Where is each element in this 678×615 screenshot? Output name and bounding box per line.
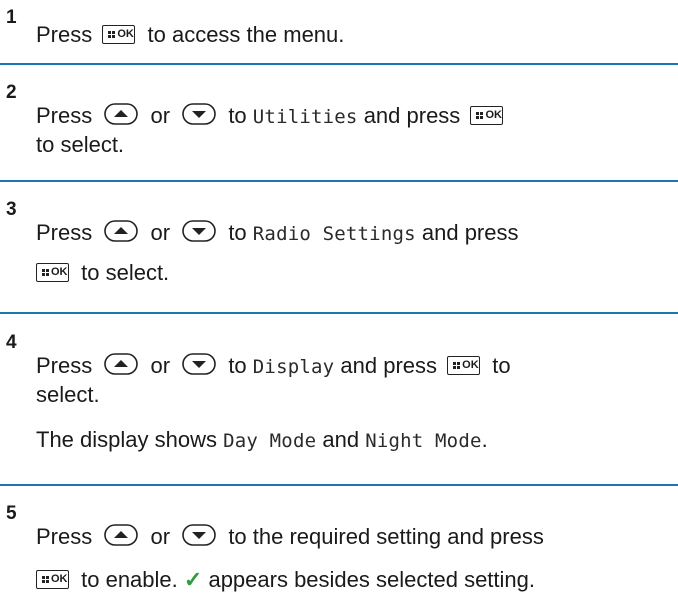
- step-text-fragment: to the required setting and press: [228, 524, 544, 549]
- step-number: 2: [6, 82, 17, 103]
- step-text-fragment: The display shows: [36, 427, 217, 452]
- step-text-fragment: to access the menu.: [147, 22, 345, 47]
- step-text-fragment: Press: [36, 353, 93, 378]
- step-number: 4: [6, 332, 17, 353]
- step-text-fragment: to: [228, 220, 247, 245]
- step-text-fragment: or: [150, 220, 171, 245]
- step-text-fragment: to select.: [36, 132, 125, 157]
- menu-ok-button-icon: OK: [447, 355, 481, 375]
- step-text-fragment: Press: [36, 220, 93, 245]
- step-text-fragment: or: [150, 103, 171, 128]
- menu-ok-button-icon: OK: [470, 105, 504, 125]
- menu-item-radio-settings: Radio Settings: [252, 223, 416, 245]
- checkmark-icon: ✓: [183, 567, 203, 592]
- step-number: 1: [6, 7, 17, 28]
- step-text-fragment: to: [228, 353, 247, 378]
- step-text-fragment: select.: [36, 382, 100, 407]
- step-divider: [0, 180, 678, 182]
- step-text-fragment: Press: [36, 524, 93, 549]
- step-text-fragment: and: [322, 427, 360, 452]
- step-divider: [0, 312, 678, 314]
- menu-item-utilities: Utilities: [252, 106, 358, 128]
- step-text-fragment: and press: [340, 353, 438, 378]
- menu-item-display: Display: [252, 356, 335, 378]
- step-text-fragment: and press: [421, 220, 519, 245]
- up-arrow-button-icon: [104, 220, 139, 242]
- menu-ok-button-icon: OK: [36, 569, 69, 589]
- step-text-fragment: to: [228, 103, 247, 128]
- step-text-fragment: Press: [36, 103, 93, 128]
- step-number: 5: [6, 503, 17, 524]
- down-arrow-button-icon: [182, 220, 216, 242]
- step-divider: [0, 484, 678, 486]
- down-arrow-button-icon: [182, 103, 216, 125]
- option-day-mode: Day Mode: [223, 430, 317, 452]
- up-arrow-button-icon: [104, 524, 139, 546]
- step-text-fragment: or: [150, 353, 171, 378]
- step-text-fragment: .: [481, 427, 488, 452]
- step-text-fragment: or: [150, 524, 171, 549]
- up-arrow-button-icon: [104, 103, 139, 125]
- up-arrow-button-icon: [104, 353, 139, 375]
- step-text-fragment: appears besides selected setting.: [208, 567, 535, 592]
- step-number: 3: [6, 199, 17, 220]
- down-arrow-button-icon: [182, 524, 216, 546]
- step-text-fragment: to: [492, 353, 511, 378]
- step-divider: [0, 63, 678, 65]
- step-text-fragment: to enable.: [81, 567, 178, 592]
- menu-ok-button-icon: OK: [36, 262, 69, 282]
- step-text-fragment: and press: [363, 103, 461, 128]
- menu-ok-button-icon: OK: [102, 24, 136, 44]
- down-arrow-button-icon: [182, 353, 216, 375]
- option-night-mode: Night Mode: [365, 430, 482, 452]
- step-text-fragment: Press: [36, 22, 93, 47]
- step-text-fragment: to select.: [81, 260, 170, 285]
